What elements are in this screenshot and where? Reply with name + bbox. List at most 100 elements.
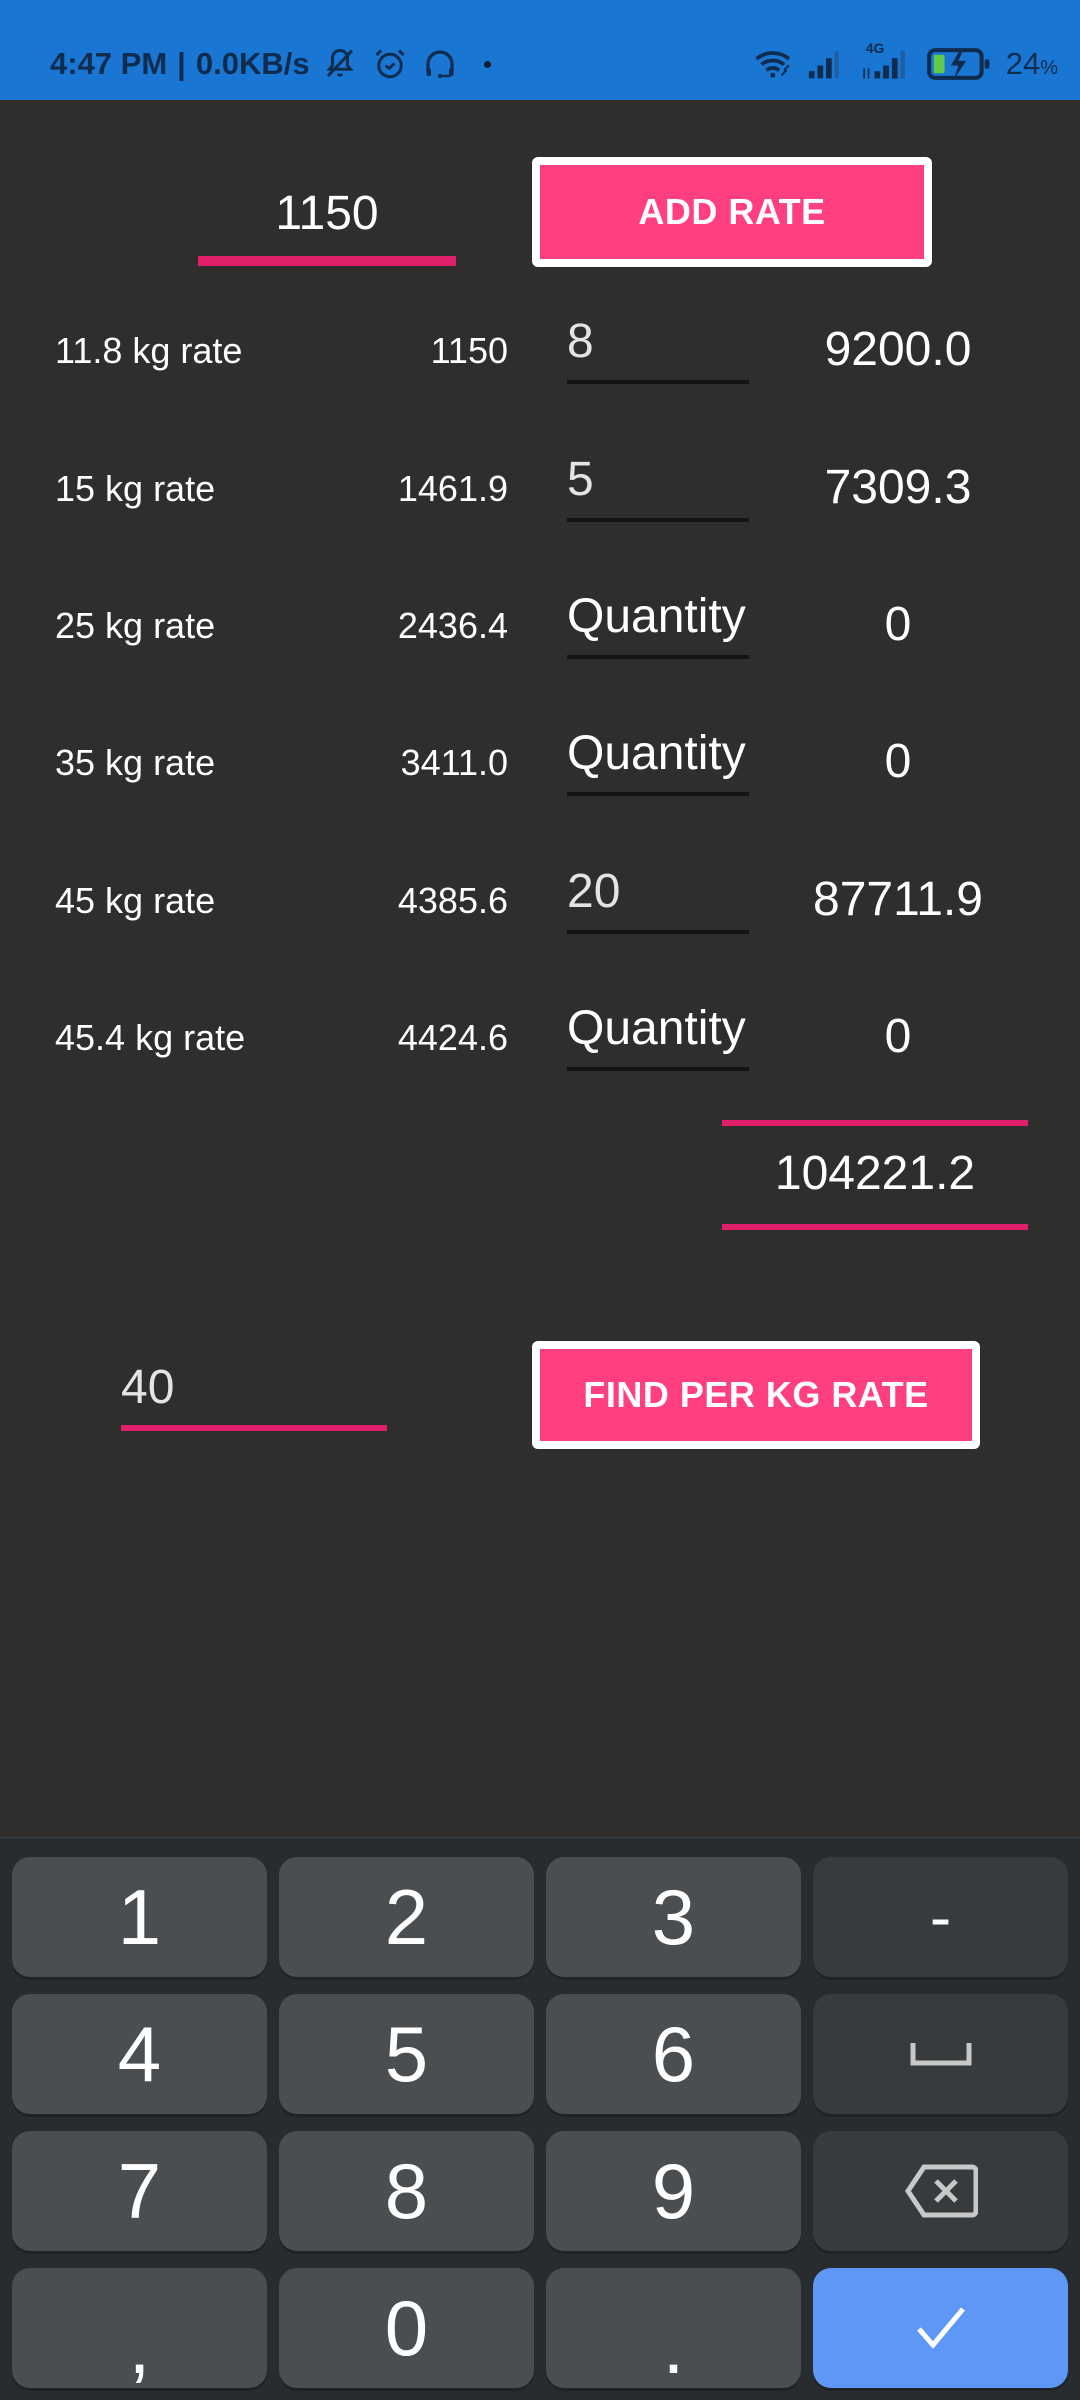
- quantity-underline: [567, 518, 749, 522]
- minus-key[interactable]: -: [813, 1857, 1068, 1977]
- status-right: 4G 24%: [754, 40, 1058, 84]
- key-label: ,: [128, 2301, 151, 2390]
- rate-row: 25 kg rate 2436.4 Quantity 0: [0, 577, 1080, 677]
- key-label: 9: [651, 2146, 696, 2235]
- battery-percent-value: 24: [1005, 46, 1041, 81]
- signal-4g-icon: 4G: [858, 40, 914, 84]
- quantity-placeholder: Quantity: [567, 590, 746, 643]
- base-rate-input[interactable]: 1150: [198, 170, 456, 270]
- battery-percent-sign: %: [1040, 57, 1058, 79]
- key-label: 7: [117, 2146, 162, 2235]
- bell-muted-icon: [320, 44, 360, 84]
- rate-row-rate: 2436.4: [397, 605, 508, 646]
- status-net-speed: 0.0KB/s: [195, 46, 310, 81]
- rate-row-label: 35 kg rate: [55, 742, 216, 783]
- rate-row-label: 45 kg rate: [55, 880, 216, 921]
- space-key[interactable]: [813, 1994, 1068, 2114]
- quantity-value: 5: [567, 453, 594, 506]
- rate-row: 45 kg rate 4385.6 20 87711.9: [0, 852, 1080, 952]
- key-0[interactable]: 0: [279, 2268, 534, 2388]
- add-rate-button[interactable]: ADD RATE: [532, 157, 932, 267]
- backspace-key[interactable]: [813, 2131, 1068, 2251]
- rate-row-amount: 0: [884, 1010, 912, 1063]
- quantity-underline: [567, 655, 749, 659]
- rate-row: 35 kg rate 3411.0 Quantity 0: [0, 714, 1080, 814]
- rate-row: 45.4 kg rate 4424.6 Quantity 0: [0, 989, 1080, 1089]
- key-5[interactable]: 5: [279, 1994, 534, 2114]
- key-1[interactable]: 1: [12, 1857, 267, 1977]
- alarm-icon: [370, 44, 410, 84]
- key-8[interactable]: 8: [279, 2131, 534, 2251]
- comma-key[interactable]: ,: [12, 2268, 267, 2390]
- quantity-underline: [567, 380, 749, 384]
- quantity-underline: [567, 1067, 749, 1071]
- key-9[interactable]: 9: [546, 2131, 801, 2251]
- key-label: -: [929, 1881, 952, 1953]
- key-label: .: [662, 2301, 685, 2390]
- rate-row-amount: 87711.9: [813, 873, 983, 926]
- quantity-placeholder: Quantity: [567, 1002, 746, 1055]
- status-time: 4:47 PM: [50, 46, 168, 81]
- backspace-icon: [904, 2163, 978, 2219]
- quantity-input[interactable]: 20: [567, 852, 749, 936]
- key-6[interactable]: 6: [546, 1994, 801, 2114]
- quantity-input[interactable]: Quantity: [567, 577, 749, 661]
- quantity-input[interactable]: 8: [567, 302, 749, 386]
- rate-row-rate: 4424.6: [397, 1017, 508, 1058]
- rate-row-label: 45.4 kg rate: [55, 1017, 246, 1058]
- find-per-kg-rate-button[interactable]: FIND PER KG RATE: [532, 1341, 980, 1449]
- base-rate-underline: [198, 256, 456, 266]
- total-amount: 104221.2: [774, 1147, 976, 1200]
- key-label: 4: [117, 2009, 162, 2098]
- key-label: 1: [117, 1872, 162, 1961]
- wifi-icon: [754, 44, 794, 84]
- kg-input-underline: [121, 1425, 387, 1431]
- key-label: 6: [651, 2009, 696, 2098]
- status-separator: |: [177, 46, 186, 81]
- rate-row-label: 25 kg rate: [55, 605, 216, 646]
- key-3[interactable]: 3: [546, 1857, 801, 1977]
- numeric-keyboard: 1 2 3 - 4 5 6 7 8 9, 0.: [0, 1836, 1080, 2400]
- battery-percent: 24%: [1006, 46, 1058, 82]
- total-bottom-line: [722, 1224, 1028, 1230]
- kg-input-value: 40: [121, 1361, 175, 1414]
- rate-row-rate: 1150: [430, 330, 508, 371]
- quantity-input[interactable]: 5: [567, 440, 749, 524]
- rate-row-amount: 0: [884, 735, 912, 788]
- total-top-line: [722, 1120, 1028, 1126]
- done-key[interactable]: [813, 2268, 1068, 2388]
- signal-sim1-icon: [806, 44, 846, 84]
- rate-row-label: 11.8 kg rate: [55, 330, 243, 371]
- quantity-input[interactable]: Quantity: [567, 714, 749, 798]
- network-type-label: 4G: [865, 40, 885, 56]
- check-icon: [913, 2305, 969, 2351]
- headset-icon: [420, 44, 460, 84]
- key-label: 5: [384, 2009, 429, 2098]
- key-label: 0: [384, 2283, 429, 2372]
- quantity-underline: [567, 792, 749, 796]
- rate-row-rate: 1461.9: [397, 468, 508, 509]
- rate-row-rate: 4385.6: [397, 880, 508, 921]
- rate-row-amount: 7309.3: [824, 461, 972, 514]
- key-2[interactable]: 2: [279, 1857, 534, 1977]
- key-label: 3: [651, 1872, 696, 1961]
- rate-row-amount: 9200.0: [824, 323, 972, 376]
- key-7[interactable]: 7: [12, 2131, 267, 2251]
- rate-row: 15 kg rate 1461.9 5 7309.3: [0, 440, 1080, 540]
- rate-row: 11.8 kg rate 1150 8 9200.0: [0, 302, 1080, 402]
- period-key[interactable]: .: [546, 2268, 801, 2390]
- status-bar: 4:47 PM | 0.0KB/s 4G 24%: [0, 0, 1080, 100]
- status-left: 4:47 PM | 0.0KB/s: [50, 44, 491, 84]
- key-label: 8: [384, 2146, 429, 2235]
- dot-indicator: [483, 60, 491, 68]
- base-rate-value: 1150: [275, 187, 379, 240]
- quantity-input[interactable]: Quantity: [567, 989, 749, 1073]
- key-4[interactable]: 4: [12, 1994, 267, 2114]
- rate-row-label: 15 kg rate: [55, 468, 216, 509]
- battery-charging-icon: [926, 44, 994, 84]
- kg-input[interactable]: 40: [121, 1350, 387, 1434]
- quantity-value: 8: [567, 315, 594, 368]
- rate-row-rate: 3411.0: [400, 742, 508, 783]
- key-label: 2: [384, 1872, 429, 1961]
- quantity-underline: [567, 930, 749, 934]
